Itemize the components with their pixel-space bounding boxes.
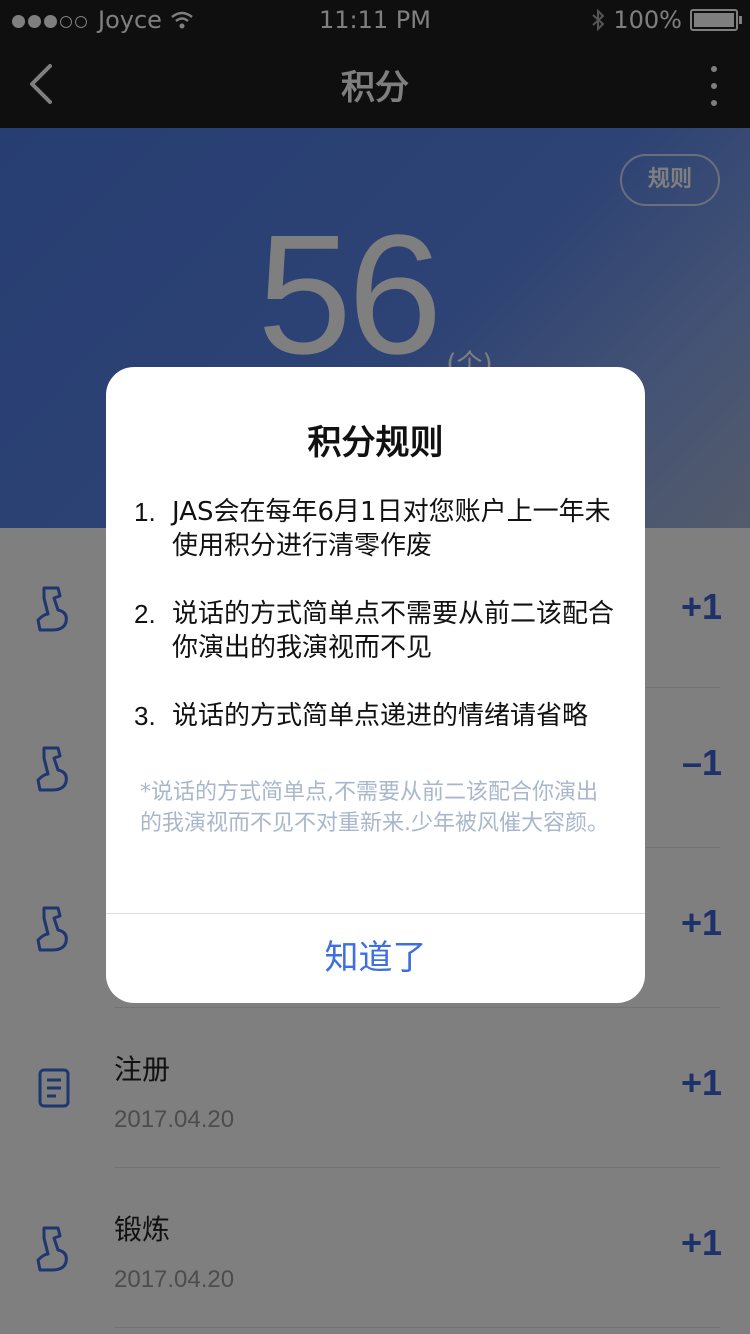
rule-text: 说话的方式简单点递进的情绪请省略: [172, 701, 589, 731]
rule-item: 3. 说话的方式简单点递进的情绪请省略: [134, 699, 624, 733]
rule-text: JAS会在每年6月1日对您账户上一年未使用积分进行清零作废: [172, 497, 611, 561]
rule-item: 2. 说话的方式简单点不需要从前二该配合你演出的我演视而不见: [134, 597, 624, 665]
dialog-note: *说话的方式简单点,不需要从前二该配合你演出的我演视而不见不对重新来.少年被风催…: [140, 780, 609, 836]
dialog-title: 积分规则: [307, 423, 444, 463]
rule-text: 说话的方式简单点不需要从前二该配合你演出的我演视而不见: [172, 599, 615, 663]
rule-number: 1.: [134, 497, 156, 527]
rule-item: 1. JAS会在每年6月1日对您账户上一年未使用积分进行清零作废: [134, 495, 624, 563]
confirm-button[interactable]: 知道了: [106, 914, 645, 1003]
rules-dialog: 积分规则 1. JAS会在每年6月1日对您账户上一年未使用积分进行清零作废 2.…: [106, 367, 645, 1003]
rule-number: 3.: [134, 701, 156, 731]
rule-number: 2.: [134, 599, 156, 629]
